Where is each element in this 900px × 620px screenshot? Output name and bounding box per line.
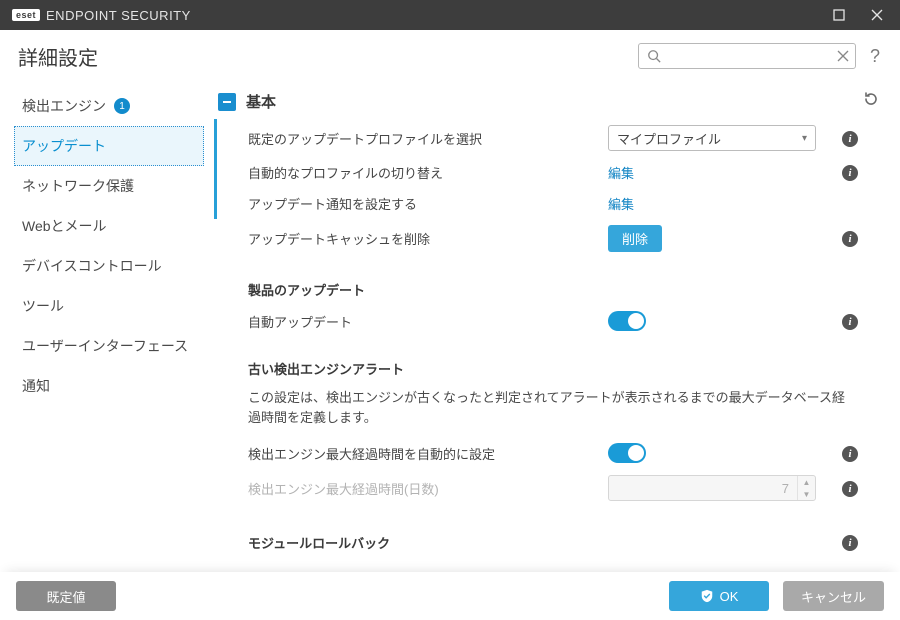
row-clear-cache: アップデートキャッシュを削除 削除 i xyxy=(214,219,880,258)
footer: 既定値 OK キャンセル xyxy=(0,572,900,620)
default-profile-select[interactable]: マイプロファイル ▾ xyxy=(608,125,816,151)
sidebar-item-label: Webとメール xyxy=(22,216,107,236)
subheading-old-engine: 古い検出エンジンアラート xyxy=(214,337,880,384)
brand: eset ENDPOINT SECURITY xyxy=(12,8,191,23)
max-days-value: 7 xyxy=(609,481,797,496)
auto-update-toggle[interactable] xyxy=(608,311,646,331)
sidebar-item-update[interactable]: アップデート xyxy=(14,126,204,166)
header: 詳細設定 ? xyxy=(0,30,900,78)
sidebar-item-label: ユーザーインターフェース xyxy=(22,336,188,356)
row-default-profile: 既定のアップデートプロファイルを選択 マイプロファイル ▾ i xyxy=(214,119,880,157)
edit-link[interactable]: 編集 xyxy=(608,197,634,212)
row-auto-switch: 自動的なプロファイルの切り替え 編集 i xyxy=(214,157,880,188)
sidebar-item-label: 通知 xyxy=(22,376,50,396)
info-icon[interactable]: i xyxy=(842,165,858,181)
cancel-button[interactable]: キャンセル xyxy=(783,581,884,611)
collapse-icon[interactable] xyxy=(218,93,236,111)
label: 検出エンジン最大経過時間(日数) xyxy=(248,479,598,498)
info-icon[interactable]: i xyxy=(842,481,858,497)
edit-link[interactable]: 編集 xyxy=(608,166,634,181)
info-icon[interactable]: i xyxy=(842,314,858,330)
sidebar: 検出エンジン 1 アップデート ネットワーク保護 Webとメール デバイスコント… xyxy=(0,78,214,572)
close-icon[interactable] xyxy=(860,3,894,27)
sidebar-item-notifications[interactable]: 通知 xyxy=(14,366,204,406)
content-scroll[interactable]: 基本 既定のアップデートプロファイルを選択 マイプロファイル ▾ i xyxy=(214,84,886,566)
sidebar-item-tools[interactable]: ツール xyxy=(14,286,204,326)
chevron-down-icon: ▾ xyxy=(802,133,807,144)
row-notify: アップデート通知を設定する 編集 xyxy=(214,188,880,219)
info-icon[interactable]: i xyxy=(842,131,858,147)
sidebar-item-label: アップデート xyxy=(22,136,106,156)
sidebar-item-detection-engine[interactable]: 検出エンジン 1 xyxy=(14,86,204,126)
brand-pill: eset xyxy=(12,9,40,21)
sidebar-item-label: ツール xyxy=(22,296,64,316)
label: 自動的なプロファイルの切り替え xyxy=(248,163,598,182)
titlebar: eset ENDPOINT SECURITY xyxy=(0,0,900,30)
defaults-button[interactable]: 既定値 xyxy=(16,581,116,611)
ok-label: OK xyxy=(720,589,739,604)
revert-icon[interactable] xyxy=(862,90,880,113)
spinner-down-icon: ▼ xyxy=(798,488,815,500)
sidebar-badge: 1 xyxy=(114,98,130,114)
content: 基本 既定のアップデートプロファイルを選択 マイプロファイル ▾ i xyxy=(214,78,900,572)
brand-text: ENDPOINT SECURITY xyxy=(46,8,191,23)
search-field[interactable] xyxy=(661,49,837,64)
sidebar-item-label: デバイスコントロール xyxy=(22,256,162,276)
sidebar-item-label: ネットワーク保護 xyxy=(22,176,134,196)
label: アップデート通知を設定する xyxy=(248,194,598,213)
help-icon[interactable]: ? xyxy=(866,46,884,67)
subheading-product-update: 製品のアップデート xyxy=(214,258,880,305)
info-icon[interactable]: i xyxy=(842,231,858,247)
section-basic-header: 基本 xyxy=(214,84,880,119)
clear-cache-button[interactable]: 削除 xyxy=(608,225,662,252)
label: 自動アップデート xyxy=(248,312,598,331)
max-days-input: 7 ▲ ▼ xyxy=(608,475,816,501)
sidebar-item-network-protection[interactable]: ネットワーク保護 xyxy=(14,166,204,206)
spinner: ▲ ▼ xyxy=(797,476,815,500)
row-auto-max: 検出エンジン最大経過時間を自動的に設定 i xyxy=(214,437,880,469)
shield-icon xyxy=(700,589,714,603)
cancel-label: キャンセル xyxy=(801,587,866,606)
sidebar-item-label: 検出エンジン xyxy=(22,96,106,116)
spinner-up-icon: ▲ xyxy=(798,476,815,488)
sidebar-item-ui[interactable]: ユーザーインターフェース xyxy=(14,326,204,366)
sidebar-item-web-mail[interactable]: Webとメール xyxy=(14,206,204,246)
label: 既定のアップデートプロファイルを選択 xyxy=(248,129,598,148)
search-input[interactable] xyxy=(638,43,856,69)
old-engine-desc: この設定は、検出エンジンが古くなったと判定されてアラートが表示されるまでの最大デ… xyxy=(214,384,880,437)
label: 検出エンジン最大経過時間を自動的に設定 xyxy=(248,444,598,463)
ok-button[interactable]: OK xyxy=(669,581,769,611)
select-value: マイプロファイル xyxy=(617,129,721,148)
section-title: 基本 xyxy=(246,91,852,112)
sidebar-item-device-control[interactable]: デバイスコントロール xyxy=(14,246,204,286)
row-auto-update: 自動アップデート i xyxy=(214,305,880,337)
clear-search-icon[interactable] xyxy=(837,50,849,62)
maximize-icon[interactable] xyxy=(822,3,856,27)
label: アップデートキャッシュを削除 xyxy=(248,229,598,248)
subheading-rollback: モジュールロールバック xyxy=(248,533,598,552)
row-max-days: 検出エンジン最大経過時間(日数) 7 ▲ ▼ i xyxy=(214,469,880,507)
auto-max-toggle[interactable] xyxy=(608,443,646,463)
window-controls xyxy=(822,3,894,27)
search-icon xyxy=(647,49,661,63)
row-rollback: モジュールロールバック i xyxy=(214,507,880,558)
defaults-label: 既定値 xyxy=(46,587,85,606)
info-icon[interactable]: i xyxy=(842,446,858,462)
info-icon[interactable]: i xyxy=(842,535,858,551)
page-title: 詳細設定 xyxy=(18,42,98,71)
